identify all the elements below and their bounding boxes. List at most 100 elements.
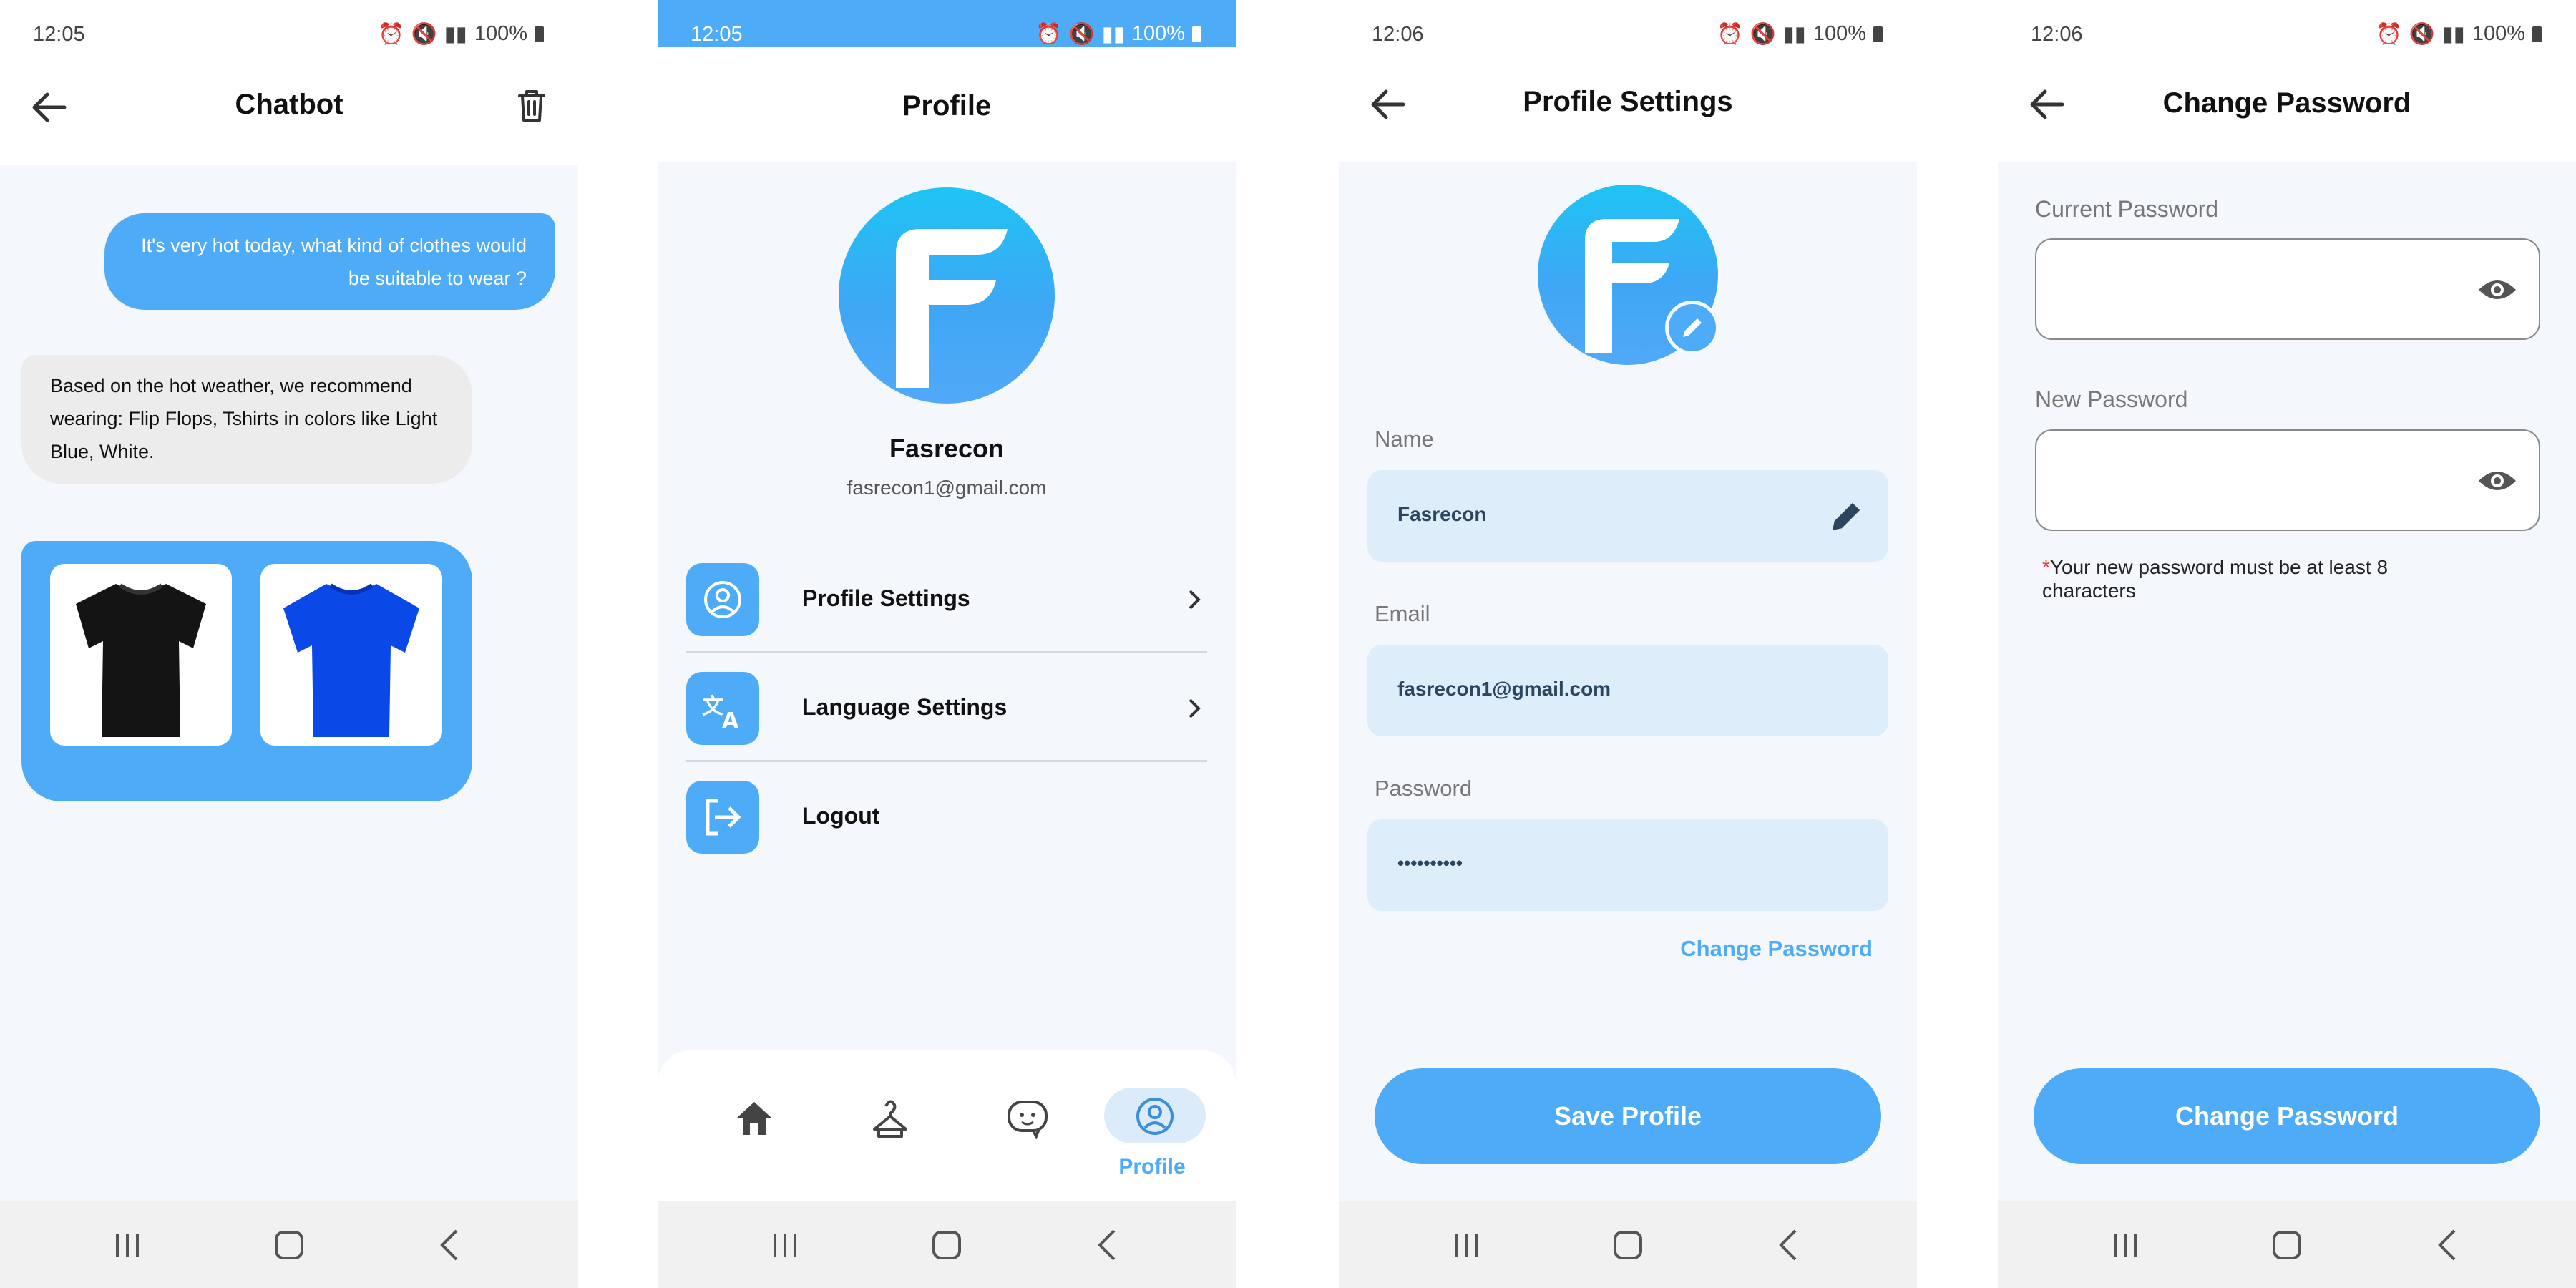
alarm-icon: ⏰ xyxy=(378,22,404,46)
menu-profile-settings[interactable]: Profile Settings xyxy=(686,546,1207,653)
status-time: 12:06 xyxy=(2031,23,2083,46)
recommendation-images xyxy=(21,541,472,801)
signal-icon: ▮▮ xyxy=(1101,23,1125,46)
app-bar: Chatbot xyxy=(0,50,578,165)
hint-text: Your new password must be at least 8 cha… xyxy=(2042,556,2389,602)
back-nav-icon[interactable] xyxy=(429,1224,472,1267)
save-profile-button[interactable]: Save Profile xyxy=(1375,1068,1881,1164)
tab-chatbot[interactable] xyxy=(972,1086,1080,1179)
blue-tshirt-image[interactable] xyxy=(260,564,442,746)
logout-icon xyxy=(686,781,759,854)
recent-apps-icon[interactable] xyxy=(763,1224,806,1267)
new-password-label: New Password xyxy=(2035,386,2188,412)
status-bar: 12:06 ⏰ 🔇 ▮▮ 100% xyxy=(1339,0,1917,50)
chevron-right-icon xyxy=(1189,698,1201,718)
divider xyxy=(686,651,1207,653)
password-field[interactable]: •••••••••• xyxy=(1367,819,1888,911)
eye-icon[interactable] xyxy=(2476,465,2519,497)
signal-icon: ▮▮ xyxy=(1782,23,1806,46)
svg-text:A: A xyxy=(722,708,739,733)
tab-wardrobe[interactable] xyxy=(836,1086,944,1179)
password-hint: *Your new password must be at least 8 ch… xyxy=(2042,555,2414,602)
status-time: 12:05 xyxy=(33,23,85,46)
status-icons: ⏰ 🔇 ▮▮ 100% xyxy=(2376,21,2542,47)
recent-apps-icon[interactable] xyxy=(2104,1224,2147,1267)
new-password-input[interactable] xyxy=(2035,429,2540,531)
change-password-button[interactable]: Change Password xyxy=(2034,1068,2540,1164)
page-title: Profile xyxy=(902,90,992,122)
home-nav-icon[interactable] xyxy=(1606,1224,1649,1267)
profile-screen: 12:05 ⏰ 🔇 ▮▮ 100% Profile Fasrecon fasre… xyxy=(658,0,1236,1288)
home-icon xyxy=(737,1102,771,1135)
password-value: •••••••••• xyxy=(1397,852,1463,874)
alarm-icon: ⏰ xyxy=(2376,22,2402,46)
pencil-icon[interactable] xyxy=(1830,499,1864,533)
chatbot-screen: 12:05 ⏰ 🔇 ▮▮ 100% Chatbot It's very hot … xyxy=(0,0,578,1288)
back-nav-icon[interactable] xyxy=(1768,1224,1811,1267)
system-nav-bar xyxy=(0,1201,578,1288)
edit-avatar-button[interactable] xyxy=(1665,301,1719,355)
status-icons: ⏰ 🔇 ▮▮ 100% xyxy=(1036,21,1201,47)
tab-home[interactable] xyxy=(701,1086,808,1179)
recent-apps-icon[interactable] xyxy=(1445,1224,1488,1267)
mute-icon: 🔇 xyxy=(1750,22,1776,46)
menu-label: Language Settings xyxy=(802,694,1008,720)
change-password-link[interactable]: Change Password xyxy=(1680,936,1873,962)
app-bar: Change Password xyxy=(1998,50,2576,162)
tab-label: Profile xyxy=(1118,1155,1186,1179)
page-title: Profile Settings xyxy=(1523,86,1733,117)
translate-icon: 文A xyxy=(686,672,759,745)
name-label: Name xyxy=(1375,426,1434,452)
bot-message-bubble: Based on the hot weather, we recommend w… xyxy=(21,355,472,484)
chevron-right-icon xyxy=(1189,590,1201,610)
signal-icon: ▮▮ xyxy=(444,23,467,46)
battery-icon xyxy=(535,26,544,42)
name-field[interactable]: Fasrecon xyxy=(1367,470,1888,562)
profile-icon xyxy=(1136,1098,1174,1135)
tab-profile[interactable]: Profile xyxy=(1098,1086,1206,1179)
mute-icon: 🔇 xyxy=(1068,22,1095,46)
system-nav-bar xyxy=(1339,1201,1917,1288)
back-nav-icon[interactable] xyxy=(1087,1224,1130,1267)
battery-percent: 100% xyxy=(1131,22,1185,45)
email-field[interactable]: fasrecon1@gmail.com xyxy=(1367,645,1888,736)
menu-label: Logout xyxy=(802,803,880,829)
menu-label: Profile Settings xyxy=(802,585,970,611)
back-nav-icon[interactable] xyxy=(2427,1224,2470,1267)
status-bar: 12:05 ⏰ 🔇 ▮▮ 100% xyxy=(658,0,1236,47)
battery-percent: 100% xyxy=(2472,22,2525,45)
mute-icon: 🔇 xyxy=(411,22,437,46)
divider xyxy=(686,760,1207,762)
svg-text:文: 文 xyxy=(702,694,723,719)
user-message-bubble: It's very hot today, what kind of clothe… xyxy=(104,213,555,310)
avatar xyxy=(839,187,1055,404)
current-password-input[interactable] xyxy=(2035,238,2540,340)
battery-icon xyxy=(2532,26,2542,42)
menu-logout[interactable]: Logout xyxy=(686,763,1207,871)
menu-language-settings[interactable]: 文A Language Settings xyxy=(686,655,1207,762)
profile-name: Fasrecon xyxy=(889,434,1005,463)
battery-icon xyxy=(1873,26,1883,42)
app-bar: Profile Settings xyxy=(1339,50,1917,162)
battery-icon xyxy=(1192,26,1201,42)
bottom-tab-bar: Profile xyxy=(658,1050,1236,1201)
page-title: Change Password xyxy=(2162,87,2411,119)
home-nav-icon[interactable] xyxy=(925,1224,968,1267)
system-nav-bar xyxy=(1998,1201,2576,1288)
recent-apps-icon[interactable] xyxy=(106,1224,149,1267)
change-password-screen: 12:06 ⏰ 🔇 ▮▮ 100% Change Password Curren… xyxy=(1998,0,2576,1288)
eye-icon[interactable] xyxy=(2476,274,2519,306)
battery-percent: 100% xyxy=(474,22,527,45)
alarm-icon: ⏰ xyxy=(1035,22,1062,46)
mute-icon: 🔇 xyxy=(2409,22,2435,46)
home-nav-icon[interactable] xyxy=(268,1224,311,1267)
chatbot-icon xyxy=(1008,1101,1048,1139)
black-tshirt-image[interactable] xyxy=(50,564,232,746)
name-value: Fasrecon xyxy=(1397,503,1487,525)
alarm-icon: ⏰ xyxy=(1717,22,1743,46)
battery-percent: 100% xyxy=(1813,22,1866,45)
trash-icon[interactable] xyxy=(514,87,550,125)
profile-settings-screen: 12:06 ⏰ 🔇 ▮▮ 100% Profile Settings Name … xyxy=(1339,0,1917,1288)
current-password-label: Current Password xyxy=(2035,196,2219,222)
home-nav-icon[interactable] xyxy=(2265,1224,2308,1267)
